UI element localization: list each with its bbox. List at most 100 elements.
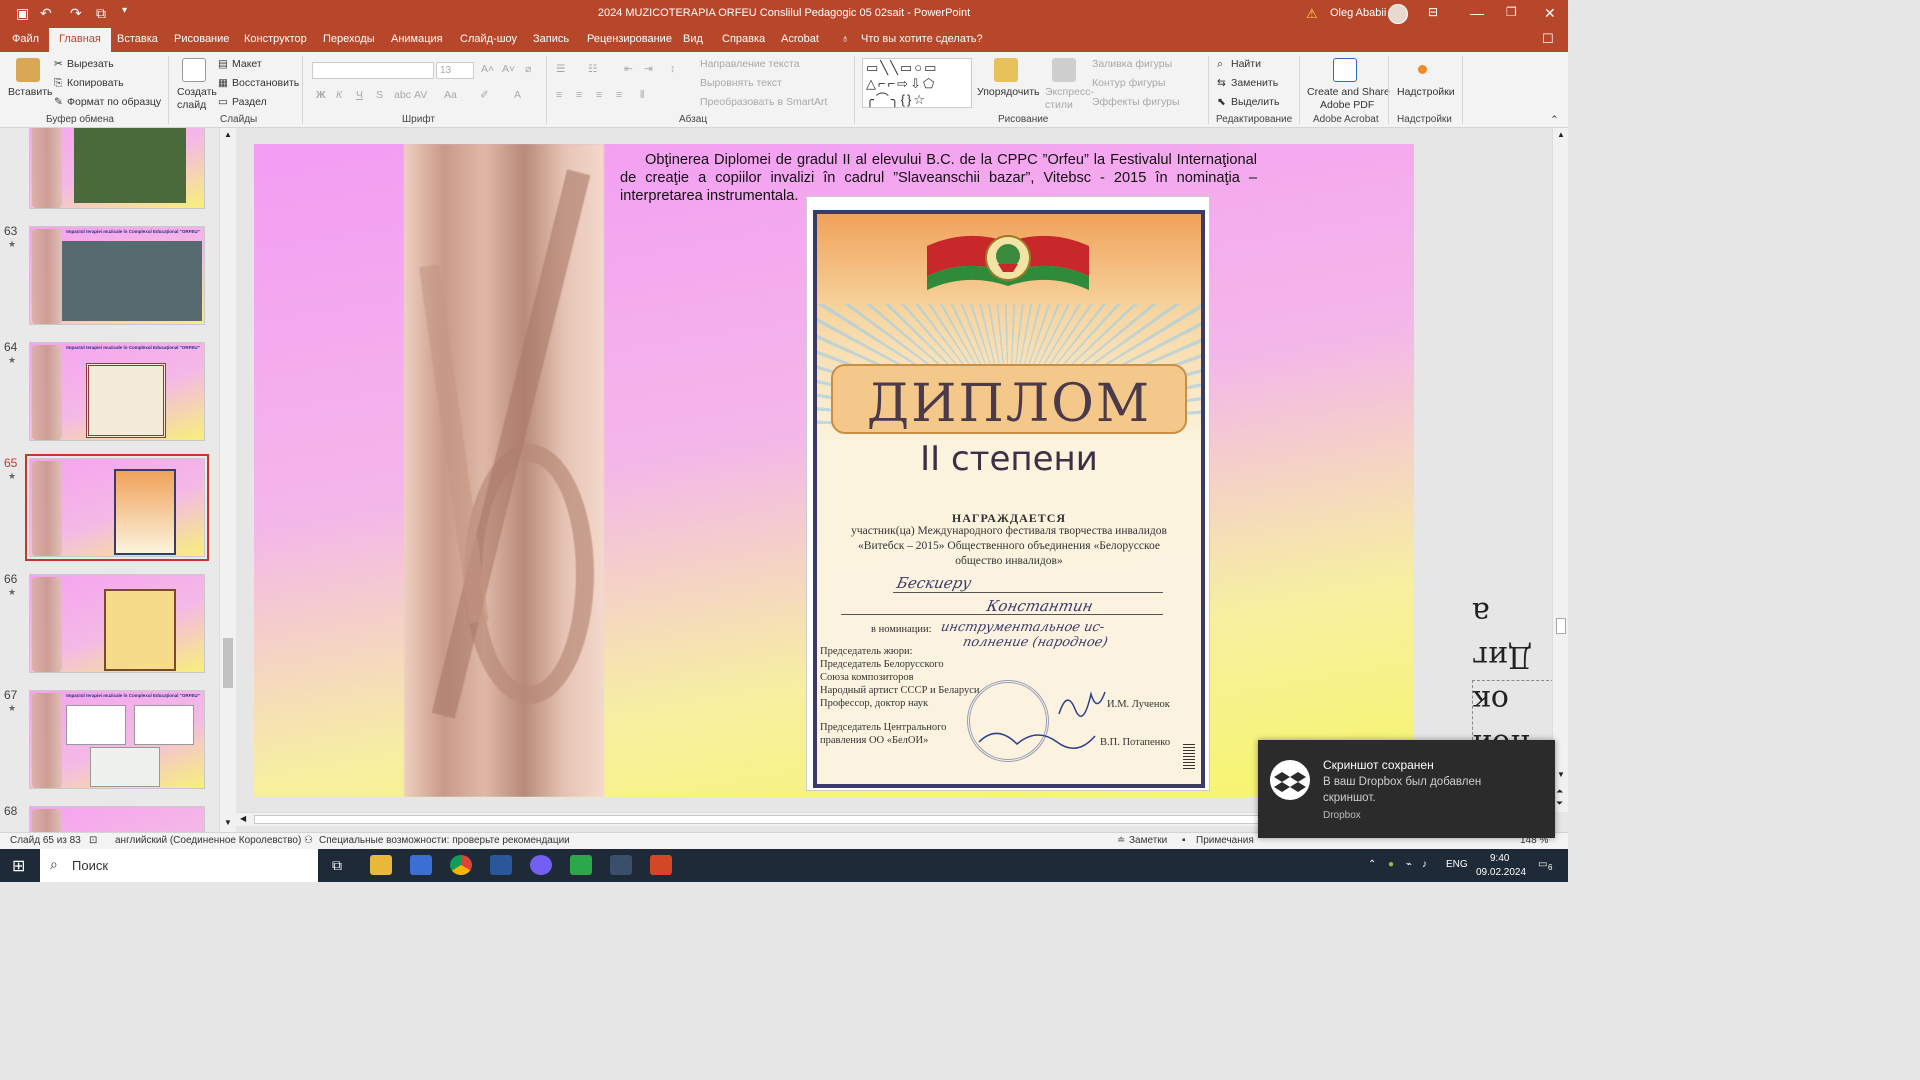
search-icon[interactable]: ⌕ — [1217, 58, 1223, 71]
network-icon[interactable]: ⌁ — [1406, 859, 1412, 870]
save-app-icon[interactable] — [410, 855, 432, 875]
numbering-icon[interactable]: ☷ — [588, 63, 597, 75]
powerpoint-icon[interactable] — [650, 855, 672, 875]
task-view-icon[interactable]: ⧉ — [332, 857, 342, 874]
font-color-icon[interactable]: A — [514, 89, 521, 101]
align-text-button[interactable]: Выровнять текст — [700, 77, 782, 89]
tab-review[interactable]: Рецензирование — [587, 33, 672, 45]
quick-styles-button-line2[interactable]: стили — [1045, 99, 1073, 111]
thumbnails-scrollbar[interactable]: ▲ ▼ — [219, 128, 236, 832]
create-pdf-button[interactable]: Create and Share — [1307, 86, 1390, 98]
dropbox-notification[interactable]: Скриншот сохранен В ваш Dropbox был доба… — [1258, 740, 1555, 838]
tab-view[interactable]: Вид — [683, 33, 703, 45]
minimize-icon[interactable]: — — [1470, 5, 1484, 21]
keyboard-language[interactable]: ENG — [1446, 859, 1468, 870]
align-center-icon[interactable]: ≡ — [576, 89, 582, 101]
replace-button[interactable]: Заменить — [1231, 77, 1278, 89]
previous-slide-icon[interactable]: ⏶ — [1556, 786, 1563, 797]
cut-button[interactable]: Вырезать — [67, 58, 114, 70]
scroll-down-icon[interactable]: ▼ — [1557, 770, 1565, 779]
avatar[interactable] — [1388, 4, 1408, 24]
chrome-icon[interactable] — [450, 855, 472, 875]
line-spacing-icon[interactable]: ↕ — [670, 63, 675, 75]
indent-decrease-icon[interactable]: ⇤ — [624, 63, 633, 75]
addins-icon[interactable] — [1418, 65, 1427, 74]
taskbar-search[interactable]: ⌕ Поиск — [40, 849, 318, 882]
accessibility-icon[interactable]: ⚇ — [304, 835, 313, 846]
language-status[interactable]: английский (Соединенное Королевство) — [115, 835, 301, 846]
scroll-down-icon[interactable]: ▼ — [224, 818, 232, 827]
comments-button[interactable]: Примечания — [1196, 835, 1254, 846]
viber-icon[interactable] — [530, 855, 552, 875]
smartart-button[interactable]: Преобразовать в SmartArt — [700, 96, 827, 108]
tab-insert[interactable]: Вставка — [117, 33, 158, 45]
cut-icon[interactable]: ✂ — [54, 58, 63, 70]
word-icon[interactable] — [490, 855, 512, 875]
tray-app-icon[interactable]: ● — [1388, 859, 1394, 870]
shape-effects-button[interactable]: Эффекты фигуры — [1092, 96, 1180, 108]
copy-icon[interactable]: ⎘ — [54, 77, 62, 90]
diploma-image[interactable]: ДИПЛОМ II степени НАГРАЖДАЕТСЯ участник(… — [806, 196, 1210, 791]
create-pdf-button-line2[interactable]: Adobe PDF — [1320, 99, 1374, 111]
tab-design[interactable]: Конструктор — [244, 33, 307, 45]
slide-thumbnail-65-selected[interactable] — [25, 454, 209, 561]
comments-icon[interactable]: ☐ — [1542, 31, 1554, 47]
italic-button[interactable]: К — [336, 89, 342, 101]
tray-chevron-icon[interactable]: ⌃ — [1368, 859, 1376, 870]
comments-icon[interactable]: ▪ — [1182, 835, 1186, 846]
notes-icon[interactable]: ≐ — [1117, 835, 1125, 846]
quick-styles-button[interactable]: Экспресс- — [1045, 86, 1094, 98]
slide-thumbnail-62[interactable] — [29, 128, 205, 209]
copy-button[interactable]: Копировать — [67, 77, 124, 89]
notification-center-icon[interactable]: ▭ — [1538, 859, 1547, 870]
user-name[interactable]: Oleg Ababii — [1330, 7, 1386, 19]
next-slide-icon[interactable]: ⏷ — [1556, 798, 1563, 809]
accessibility-status[interactable]: Специальные возможности: проверьте реком… — [319, 835, 570, 846]
tab-help[interactable]: Справка — [722, 33, 765, 45]
bold-button[interactable]: Ж — [316, 89, 326, 101]
format-painter-button[interactable]: Формат по образцу — [67, 96, 161, 108]
align-right-icon[interactable]: ≡ — [596, 89, 602, 101]
clock-time[interactable]: 9:40 — [1490, 853, 1509, 864]
reset-icon[interactable]: ▦ — [218, 77, 228, 89]
layout-icon[interactable]: ▤ — [218, 58, 228, 70]
volume-icon[interactable]: ♪ — [1422, 859, 1427, 870]
strikethrough-icon[interactable]: abc — [394, 89, 411, 101]
restore-icon[interactable]: ❐ — [1506, 5, 1517, 19]
arrange-button[interactable]: Упорядочить — [977, 86, 1039, 98]
select-button[interactable]: Выделить — [1231, 96, 1279, 108]
align-left-icon[interactable]: ≡ — [556, 89, 562, 101]
close-icon[interactable]: ✕ — [1544, 5, 1556, 22]
scroll-left-icon[interactable]: ◀ — [240, 814, 246, 823]
slide-thumbnail-67[interactable]: Impactul terapiei muzicale în Complexul … — [29, 690, 205, 789]
tab-record[interactable]: Запись — [533, 33, 569, 45]
slide-thumbnail-64[interactable]: Impactul terapiei muzicale în Complexul … — [29, 342, 205, 441]
adobe-pdf-icon[interactable] — [1333, 58, 1357, 82]
collapse-ribbon-icon[interactable]: ⌃ — [1550, 114, 1559, 126]
tab-acrobat[interactable]: Acrobat — [781, 33, 819, 45]
font-size-input[interactable]: 13 — [436, 62, 474, 79]
new-slide-button[interactable]: Создать — [177, 86, 217, 98]
indent-increase-icon[interactable]: ⇥ — [644, 63, 653, 75]
tab-file[interactable]: Файл — [12, 33, 39, 45]
bullets-icon[interactable]: ☰ — [556, 63, 565, 75]
highlight-icon[interactable]: ✐ — [480, 89, 489, 101]
slide-thumbnail-66[interactable] — [29, 574, 205, 673]
windows-start-icon[interactable]: ⊞ — [12, 856, 25, 876]
quick-styles-icon[interactable] — [1052, 58, 1076, 82]
underline-button[interactable]: Ч — [356, 89, 363, 101]
font-name-input[interactable] — [312, 62, 434, 79]
arrange-icon[interactable] — [994, 58, 1018, 82]
tab-slideshow[interactable]: Слайд-шоу — [460, 33, 517, 45]
shrink-font-icon[interactable]: A˅ — [502, 63, 515, 75]
new-slide-icon[interactable] — [182, 58, 206, 82]
tab-transitions[interactable]: Переходы — [323, 33, 375, 45]
addins-button[interactable]: Надстройки — [1397, 86, 1455, 98]
select-icon[interactable]: ⬉ — [1217, 96, 1226, 108]
shapes-gallery[interactable]: ▭╲╲▭○▭ △⌐⌐⇨⇩⬠ ╭⌒╮{}☆ — [862, 58, 972, 108]
wood-carving-image[interactable] — [404, 144, 604, 797]
text-direction-button[interactable]: Направление текста — [700, 58, 800, 70]
notes-button[interactable]: Заметки — [1129, 835, 1167, 846]
format-painter-icon[interactable]: ✎ — [54, 96, 63, 108]
app-icon[interactable] — [570, 855, 592, 875]
